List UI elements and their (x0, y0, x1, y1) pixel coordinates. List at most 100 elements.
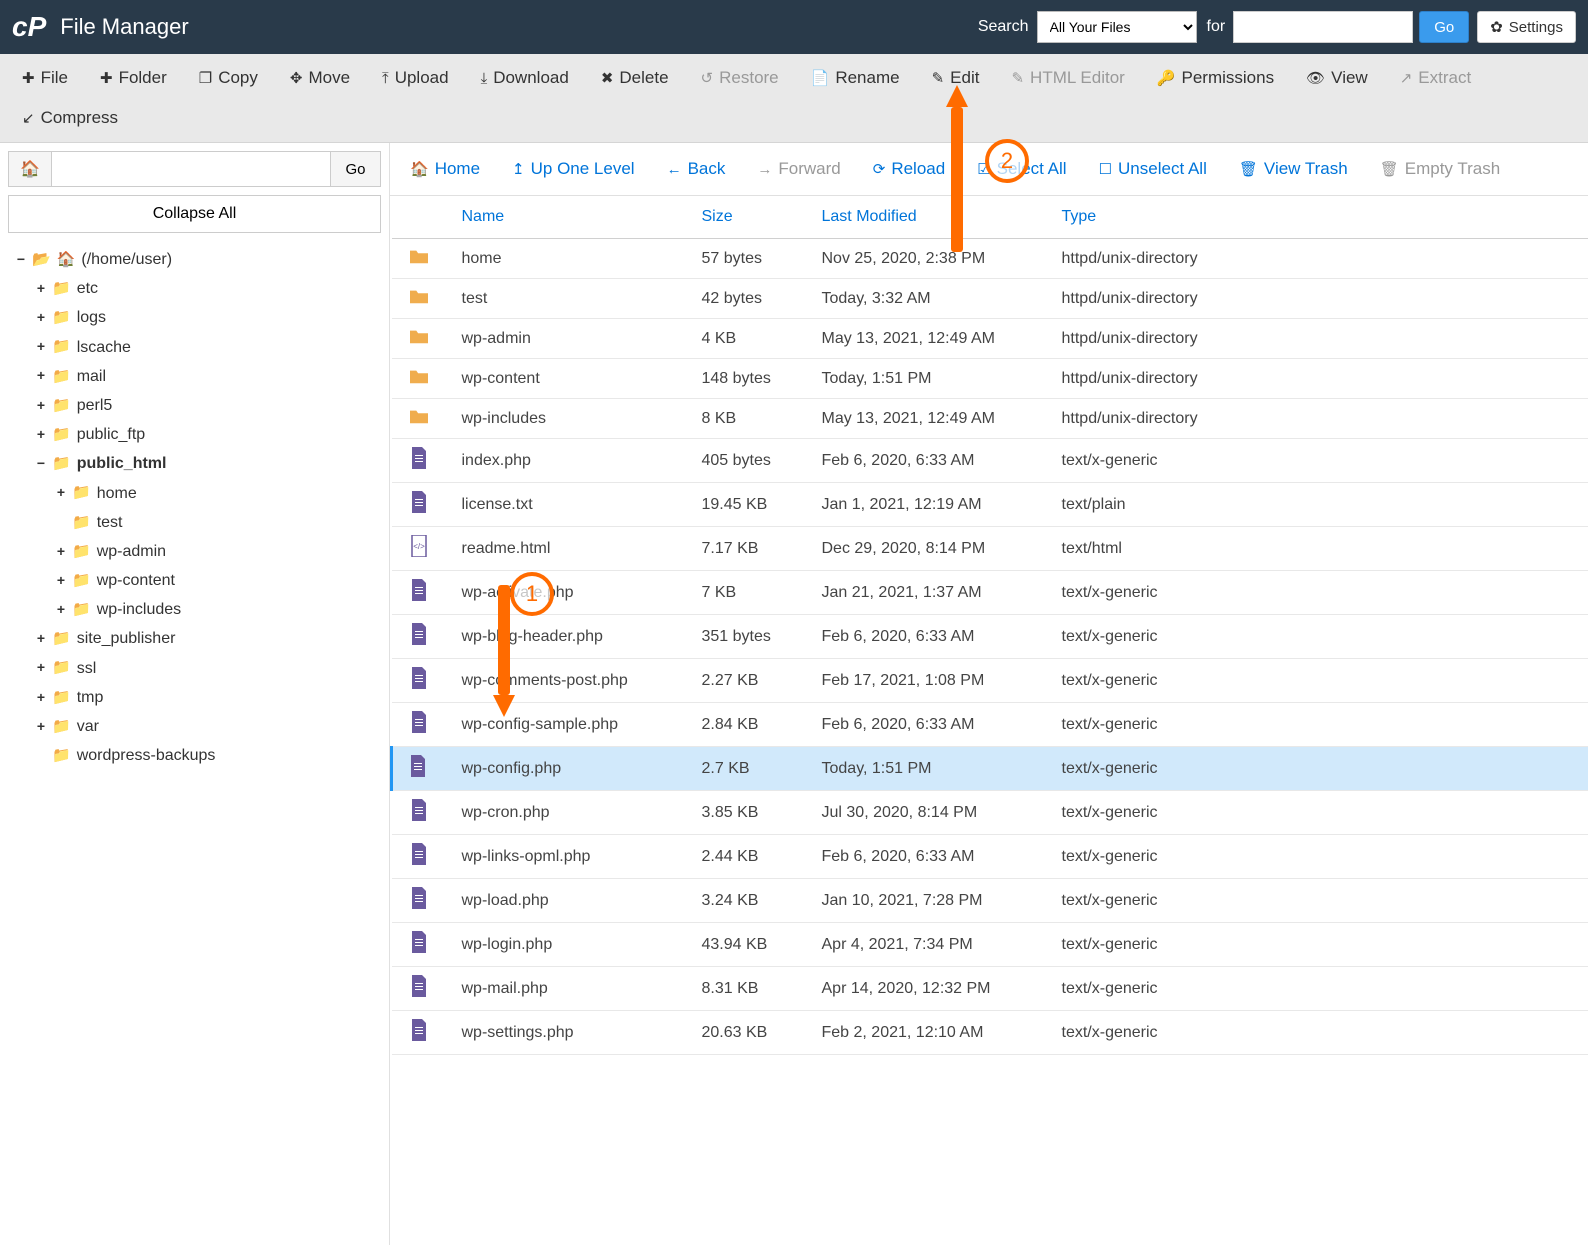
tree-item[interactable]: +📁tmp (34, 683, 381, 712)
expander-icon[interactable]: + (34, 423, 48, 447)
copy-button[interactable]: ❐Copy (185, 60, 272, 96)
file-date: Apr 4, 2021, 7:34 PM (806, 923, 1046, 967)
edit-button[interactable]: ✎Edit (918, 60, 994, 96)
search-go-button[interactable]: Go (1419, 11, 1469, 43)
expander-icon[interactable]: + (34, 306, 48, 330)
html-editor-icon: ✎ (1011, 69, 1024, 87)
expander-icon[interactable]: + (54, 598, 68, 622)
search-input[interactable] (1233, 11, 1413, 43)
tree-root[interactable]: − 📂 🏠 (/home/user) (14, 245, 381, 274)
html-editor-button[interactable]: ✎HTML Editor (997, 60, 1138, 96)
table-row[interactable]: wp-includes8 KBMay 13, 2021, 12:49 AMhtt… (392, 399, 1588, 439)
tree-item[interactable]: +📁wp-includes (54, 595, 381, 624)
size-column-header[interactable]: Size (686, 196, 806, 239)
back-button[interactable]: ←Back (651, 149, 742, 189)
tree-item[interactable]: +📁logs (34, 303, 381, 332)
table-row[interactable]: wp-settings.php20.63 KBFeb 2, 2021, 12:1… (392, 1011, 1588, 1055)
table-row[interactable]: wp-config-sample.php2.84 KBFeb 6, 2020, … (392, 703, 1588, 747)
last-modified-column-header[interactable]: Last Modified (806, 196, 1046, 239)
table-row[interactable]: wp-config.php2.7 KBToday, 1:51 PMtext/x-… (392, 747, 1588, 791)
view-trash-button[interactable]: 🗑View Trash (1223, 149, 1364, 189)
tree-item[interactable]: +📁perl5 (34, 391, 381, 420)
compress-button[interactable]: ↙Compress (8, 100, 132, 136)
file-size: 8.31 KB (686, 967, 806, 1011)
table-row[interactable]: wp-comments-post.php2.27 KBFeb 17, 2021,… (392, 659, 1588, 703)
tree-item[interactable]: +📁wp-admin (54, 537, 381, 566)
tree-item[interactable]: +📁mail (34, 362, 381, 391)
table-row[interactable]: license.txt19.45 KBJan 1, 2021, 12:19 AM… (392, 483, 1588, 527)
empty-trash-button[interactable]: 🗑Empty Trash (1364, 149, 1516, 189)
settings-button[interactable]: ✿ Settings (1477, 11, 1576, 43)
table-row[interactable]: wp-cron.php3.85 KBJul 30, 2020, 8:14 PMt… (392, 791, 1588, 835)
tree-item[interactable]: +📁etc (34, 274, 381, 303)
view-button[interactable]: 👁View (1292, 60, 1382, 96)
expander-icon[interactable]: − (34, 452, 48, 476)
icon-column-header[interactable] (392, 196, 446, 239)
table-row[interactable]: </>readme.html7.17 KBDec 29, 2020, 8:14 … (392, 527, 1588, 571)
forward-button[interactable]: →Forward (741, 149, 856, 189)
file-date: Feb 6, 2020, 6:33 AM (806, 835, 1046, 879)
expander-icon[interactable]: + (54, 569, 68, 593)
tree-item[interactable]: +📁var (34, 712, 381, 741)
move-button[interactable]: ✥Move (276, 60, 364, 96)
new-folder-button[interactable]: ✚Folder (86, 60, 181, 96)
table-row[interactable]: wp-mail.php8.31 KBApr 14, 2020, 12:32 PM… (392, 967, 1588, 1011)
tree-item[interactable]: +📁public_ftp (34, 420, 381, 449)
expander-icon[interactable]: + (54, 540, 68, 564)
reload-button[interactable]: ⟳Reload (857, 149, 961, 189)
tree-item[interactable]: +📁site_publisher (34, 624, 381, 653)
tree-item[interactable]: 📁wordpress-backups (34, 741, 381, 770)
table-row[interactable]: wp-load.php3.24 KBJan 10, 2021, 7:28 PMt… (392, 879, 1588, 923)
file-type: text/x-generic (1046, 967, 1588, 1011)
tree-item[interactable]: +📁home (54, 479, 381, 508)
tree-item[interactable]: +📁ssl (34, 654, 381, 683)
path-input[interactable] (52, 151, 331, 187)
expander-icon[interactable]: + (54, 481, 68, 505)
table-row[interactable]: test42 bytesToday, 3:32 AMhttpd/unix-dir… (392, 279, 1588, 319)
table-row[interactable]: wp-blog-header.php351 bytesFeb 6, 2020, … (392, 615, 1588, 659)
upload-button[interactable]: ⤒Upload (368, 60, 463, 96)
permissions-button[interactable]: 🔑Permissions (1143, 60, 1288, 96)
for-label: for (1207, 18, 1226, 36)
file-table-container[interactable]: Name Size Last Modified Type home57 byte… (390, 196, 1588, 1245)
table-row[interactable]: index.php405 bytesFeb 6, 2020, 6:33 AMte… (392, 439, 1588, 483)
tree-item[interactable]: +📁wp-content (54, 566, 381, 595)
table-row[interactable]: wp-links-opml.php2.44 KBFeb 6, 2020, 6:3… (392, 835, 1588, 879)
table-row[interactable]: wp-admin4 KBMay 13, 2021, 12:49 AMhttpd/… (392, 319, 1588, 359)
expander-icon[interactable]: − (14, 248, 28, 272)
select-all-button[interactable]: ☑Select All (961, 149, 1082, 189)
expander-icon[interactable]: + (34, 335, 48, 359)
delete-button[interactable]: ✖Delete (587, 60, 683, 96)
table-row[interactable]: wp-content148 bytesToday, 1:51 PMhttpd/u… (392, 359, 1588, 399)
up-one-level-button[interactable]: ↥Up One Level (496, 149, 651, 189)
extract-button[interactable]: ↗Extract (1386, 60, 1485, 96)
expander-icon[interactable]: + (34, 656, 48, 680)
table-row[interactable]: wp-login.php43.94 KBApr 4, 2021, 7:34 PM… (392, 923, 1588, 967)
file-size: 2.27 KB (686, 659, 806, 703)
compress-icon: ↙ (22, 109, 35, 127)
download-button[interactable]: ⤓Download (467, 60, 583, 96)
path-go-button[interactable]: Go (331, 151, 381, 187)
path-home-button[interactable]: 🏠 (8, 151, 52, 187)
search-scope-select[interactable]: All Your Files (1037, 11, 1197, 43)
tree-item[interactable]: 📁test (54, 508, 381, 537)
expander-icon[interactable]: + (34, 277, 48, 301)
folder-tree: − 📂 🏠 (/home/user) +📁etc+📁logs+📁lscache+… (8, 245, 381, 770)
tree-item[interactable]: −📁public_html (34, 449, 381, 478)
table-row[interactable]: wp-activate.php7 KBJan 21, 2021, 1:37 AM… (392, 571, 1588, 615)
new-file-button[interactable]: ✚File (8, 60, 82, 96)
home-button[interactable]: 🏠Home (394, 149, 496, 189)
unselect-all-button[interactable]: ☐Unselect All (1083, 149, 1223, 189)
rename-button[interactable]: 📄Rename (797, 60, 914, 96)
expander-icon[interactable]: + (34, 686, 48, 710)
expander-icon[interactable]: + (34, 364, 48, 388)
tree-item[interactable]: +📁lscache (34, 333, 381, 362)
table-row[interactable]: home57 bytesNov 25, 2020, 2:38 PMhttpd/u… (392, 239, 1588, 279)
name-column-header[interactable]: Name (446, 196, 686, 239)
restore-button[interactable]: ↺Restore (687, 60, 793, 96)
expander-icon[interactable]: + (34, 715, 48, 739)
type-column-header[interactable]: Type (1046, 196, 1588, 239)
collapse-all-button[interactable]: Collapse All (8, 195, 381, 233)
expander-icon[interactable]: + (34, 394, 48, 418)
expander-icon[interactable]: + (34, 627, 48, 651)
